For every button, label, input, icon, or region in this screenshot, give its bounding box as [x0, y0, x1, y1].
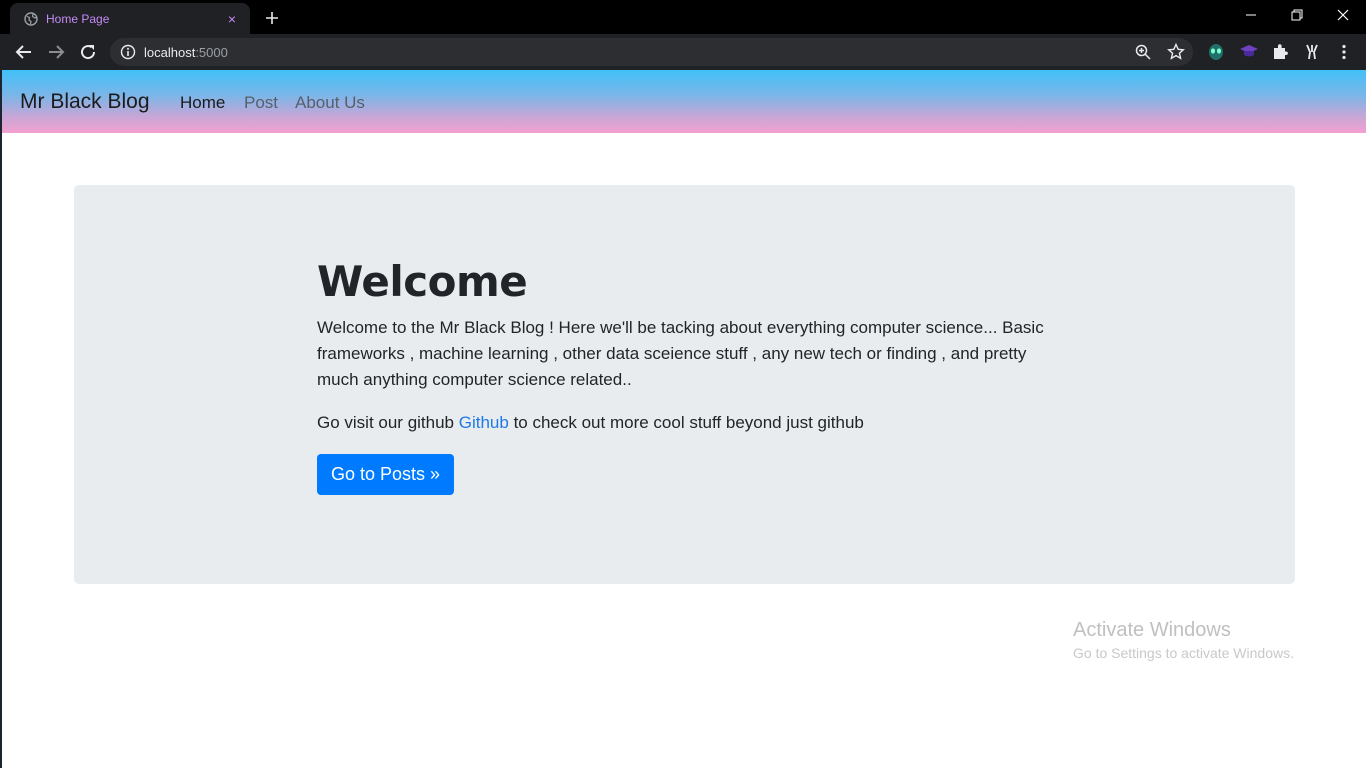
close-window-button[interactable]: [1320, 0, 1366, 30]
nav-link-home[interactable]: Home: [180, 93, 225, 113]
page-title: Welcome: [317, 257, 528, 306]
close-icon: [1337, 9, 1349, 21]
arrow-left-icon: [15, 45, 31, 59]
restore-button[interactable]: [1274, 0, 1320, 30]
globe-icon: [24, 11, 38, 26]
intro-paragraph: Welcome to the Mr Black Blog ! Here we'l…: [317, 318, 1044, 389]
new-tab-button[interactable]: [261, 7, 283, 29]
address-bar[interactable]: localhost:5000: [110, 38, 1193, 66]
info-icon[interactable]: [120, 44, 136, 60]
jumbotron-content: Welcome Welcome to the Mr Black Blog ! H…: [317, 257, 1057, 495]
extension-fork-icon[interactable]: [1302, 42, 1322, 62]
reload-icon: [81, 45, 96, 60]
back-button[interactable]: [12, 40, 36, 64]
github-link[interactable]: Github: [459, 413, 509, 432]
minimize-icon: [1246, 14, 1256, 16]
nav-link-post[interactable]: Post: [244, 93, 278, 113]
browser-tab-strip: Home Page ×: [0, 0, 1366, 34]
browser-toolbar: localhost:5000 14: [0, 34, 1366, 100]
more-menu-icon[interactable]: [1334, 42, 1354, 62]
minimize-button[interactable]: [1228, 0, 1274, 30]
bookmark-star-icon[interactable]: [1167, 43, 1185, 61]
watermark-subtitle: Go to Settings to activate Windows.: [1073, 645, 1294, 661]
tab-title: Home Page: [46, 11, 110, 26]
extension-alien-icon[interactable]: [1206, 42, 1226, 62]
tab-close-icon[interactable]: ×: [222, 9, 242, 29]
window-left-edge: [0, 70, 2, 768]
reload-button[interactable]: [76, 40, 100, 64]
activate-windows-watermark: Activate Windows Go to Settings to activ…: [1073, 619, 1294, 661]
welcome-jumbotron: Welcome Welcome to the Mr Black Blog ! H…: [74, 185, 1295, 584]
url-text[interactable]: localhost:5000: [144, 45, 228, 60]
extension-graduation-cap-icon[interactable]: [1239, 42, 1259, 62]
site-brand[interactable]: Mr Black Blog: [20, 90, 150, 114]
github-text-before: Go visit our github: [317, 413, 459, 432]
nav-link-about-us[interactable]: About Us: [295, 93, 365, 113]
arrow-right-icon: [49, 45, 65, 59]
plus-icon: [266, 12, 278, 24]
browser-tab[interactable]: Home Page ×: [10, 3, 250, 34]
github-paragraph: Go visit our github Github to check out …: [317, 410, 1057, 436]
go-to-posts-button[interactable]: Go to Posts »: [317, 454, 455, 495]
restore-icon: [1291, 9, 1303, 21]
watermark-title: Activate Windows: [1073, 619, 1231, 641]
site-navbar: Mr Black Blog Home Post About Us: [2, 70, 1366, 133]
extensions-puzzle-icon[interactable]: [1270, 42, 1290, 62]
forward-button[interactable]: [44, 40, 68, 64]
page-viewport: Mr Black Blog Home Post About Us Welcome…: [0, 70, 1366, 768]
github-text-after: to check out more cool stuff beyond just…: [508, 413, 864, 432]
zoom-icon[interactable]: [1134, 43, 1152, 61]
